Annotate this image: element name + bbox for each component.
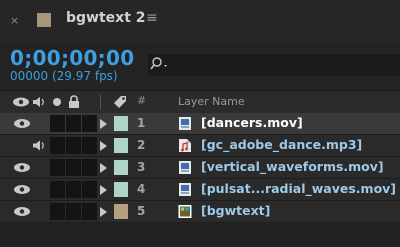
shy-switch[interactable]	[82, 181, 97, 198]
eye-icon[interactable]	[12, 96, 30, 108]
eye-icon[interactable]	[12, 161, 32, 174]
layer-row[interactable]: 3 [vertical_waveforms.mov]	[0, 157, 400, 179]
solo-switch[interactable]	[50, 203, 65, 220]
search-input[interactable]	[148, 54, 400, 76]
lock-icon[interactable]	[68, 95, 80, 109]
composition-color-swatch	[37, 13, 51, 27]
lock-switch[interactable]	[66, 115, 81, 132]
lock-switch[interactable]	[66, 159, 81, 176]
speaker-icon[interactable]	[32, 139, 46, 152]
layer-list: 1 [dancers.mov] 2 [gc_adobe_dance.mp3] 3…	[0, 113, 400, 223]
footage-icon	[179, 183, 191, 196]
layer-name[interactable]: [gc_adobe_dance.mp3]	[201, 137, 362, 152]
layer-number: 5	[137, 204, 146, 218]
audio-file-icon	[179, 139, 191, 152]
solo-switch[interactable]	[50, 115, 65, 132]
label-color-swatch[interactable]	[114, 138, 128, 153]
label-color-swatch[interactable]	[114, 160, 128, 175]
eye-icon[interactable]	[12, 117, 32, 130]
layer-row[interactable]: 5 [bgwtext]	[0, 201, 400, 223]
composition-icon	[178, 205, 192, 218]
shy-switch[interactable]	[82, 203, 97, 220]
layer-number-column-header[interactable]: #	[137, 94, 146, 107]
expand-triangle-icon[interactable]	[100, 185, 107, 195]
composition-tab-title[interactable]: bgwtext 2	[66, 10, 146, 26]
layer-name[interactable]: [dancers.mov]	[201, 115, 303, 130]
expand-triangle-icon[interactable]	[100, 141, 107, 151]
label-color-swatch[interactable]	[114, 182, 128, 197]
search-icon	[150, 57, 167, 70]
solo-dot-icon[interactable]	[52, 97, 62, 107]
layer-number: 2	[137, 138, 146, 152]
shy-switch[interactable]	[82, 137, 97, 154]
eye-icon[interactable]	[12, 205, 32, 218]
layer-name[interactable]: [bgwtext]	[201, 203, 270, 218]
solo-switch[interactable]	[50, 181, 65, 198]
empty-layer-area[interactable]	[0, 223, 400, 247]
layer-row[interactable]: 1 [dancers.mov]	[0, 113, 400, 135]
label-color-swatch[interactable]	[114, 116, 128, 131]
timeline-header: 0;00;00;00 00000 (29.97 fps)	[0, 42, 400, 90]
panel-menu-icon[interactable]: ≡	[146, 10, 158, 26]
layer-row[interactable]: 2 [gc_adobe_dance.mp3]	[0, 135, 400, 157]
close-tab-button[interactable]: ×	[10, 14, 19, 27]
layer-column-header: # Layer Name	[0, 90, 400, 114]
shy-switch[interactable]	[82, 159, 97, 176]
footage-icon	[179, 161, 191, 174]
layer-row[interactable]: 4 [pulsat...radial_waves.mov]	[0, 179, 400, 201]
current-time-display[interactable]: 0;00;00;00	[10, 46, 134, 70]
tab-bar: × bgwtext 2 ≡	[0, 0, 400, 42]
layer-number: 3	[137, 160, 146, 174]
speaker-icon[interactable]	[32, 96, 46, 108]
shy-switch[interactable]	[82, 115, 97, 132]
lock-switch[interactable]	[66, 137, 81, 154]
eye-icon[interactable]	[12, 183, 32, 196]
lock-switch[interactable]	[66, 203, 81, 220]
expand-triangle-icon[interactable]	[100, 207, 107, 217]
column-divider	[100, 95, 101, 109]
solo-switch[interactable]	[50, 137, 65, 154]
layer-name-column-header[interactable]: Layer Name	[178, 95, 245, 108]
expand-triangle-icon[interactable]	[100, 163, 107, 173]
label-color-swatch[interactable]	[114, 204, 128, 219]
footage-icon	[179, 117, 191, 130]
layer-name[interactable]: [vertical_waveforms.mov]	[201, 159, 384, 174]
layer-name[interactable]: [pulsat...radial_waves.mov]	[201, 181, 396, 196]
label-tag-icon[interactable]	[112, 94, 128, 109]
layer-number: 1	[137, 116, 146, 130]
layer-number: 4	[137, 182, 146, 196]
solo-switch[interactable]	[50, 159, 65, 176]
lock-switch[interactable]	[66, 181, 81, 198]
frame-count-display: 00000 (29.97 fps)	[10, 69, 118, 83]
expand-triangle-icon[interactable]	[100, 119, 107, 129]
